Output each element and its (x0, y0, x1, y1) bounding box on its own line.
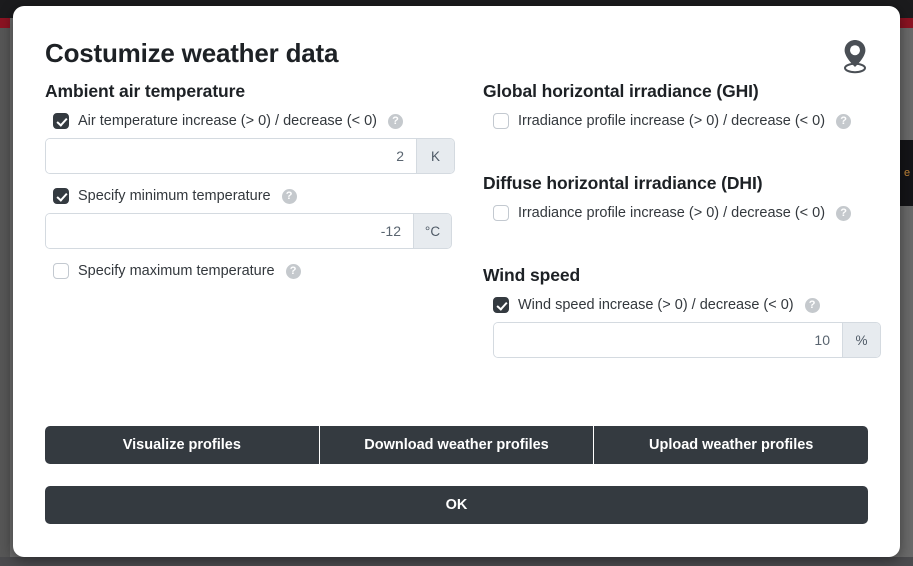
help-icon-min-temperature[interactable]: ? (281, 188, 297, 204)
checkbox-min-temperature[interactable] (53, 188, 69, 204)
checkbox-label-wind-increase: Wind speed increase (> 0) / decrease (< … (518, 297, 794, 313)
backdrop-left-rail (0, 28, 10, 566)
dialog-title: Costumize weather data (45, 38, 339, 68)
checkbox-max-temperature[interactable] (53, 263, 69, 279)
air-temp-delta-input[interactable] (46, 139, 416, 173)
section-title-ambient: Ambient air temperature (45, 81, 245, 101)
column-irradiance-and-wind: Global horizontal irradiance (GHI) Irrad… (467, 81, 881, 372)
checkbox-label-min-temperature: Specify minimum temperature (78, 188, 271, 204)
location-pin-icon[interactable] (838, 36, 872, 74)
wind-input-wrapper: % (493, 322, 881, 358)
column-ambient-temperature: Ambient air temperature Air temperature … (45, 81, 467, 372)
help-icon-air-temp-increase[interactable]: ? (388, 113, 403, 129)
input-group-wind-speed-delta[interactable]: % (493, 322, 881, 358)
checkbox-row-ghi-increase[interactable]: Irradiance profile increase (> 0) / decr… (493, 113, 881, 129)
checkbox-row-max-temperature[interactable]: Specify maximum temperature ? (53, 263, 455, 279)
backdrop-bottom-edge (0, 557, 913, 566)
backdrop-right-rail (899, 28, 913, 566)
ok-button[interactable]: OK (45, 486, 868, 524)
wind-speed-delta-input[interactable] (494, 323, 842, 357)
help-icon-max-temperature[interactable]: ? (285, 263, 301, 279)
checkbox-label-air-temp-increase: Air temperature increase (> 0) / decreas… (78, 113, 377, 129)
checkbox-ghi-increase[interactable] (493, 113, 509, 129)
input-group-air-temp-delta[interactable]: K (45, 138, 455, 174)
checkbox-row-air-temp-increase[interactable]: Air temperature increase (> 0) / decreas… (53, 113, 455, 129)
checkbox-label-dhi-increase: Irradiance profile increase (> 0) / decr… (518, 205, 826, 221)
section-title-ghi: Global horizontal irradiance (GHI) (483, 81, 759, 101)
checkbox-row-dhi-increase[interactable]: Irradiance profile increase (> 0) / decr… (493, 205, 881, 221)
checkbox-label-max-temperature: Specify maximum temperature (78, 263, 275, 279)
checkbox-wind-increase[interactable] (493, 297, 509, 313)
background-panel-edge: e (899, 140, 913, 206)
app-backdrop: e Costumize weather data Ambient air tem… (0, 0, 913, 566)
help-icon-wind-increase[interactable]: ? (804, 297, 820, 313)
upload-weather-profiles-button[interactable]: Upload weather profiles (593, 426, 868, 464)
checkbox-dhi-increase[interactable] (493, 205, 509, 221)
checkbox-label-ghi-increase: Irradiance profile increase (> 0) / decr… (518, 113, 826, 129)
unit-suffix-celsius: °C (413, 214, 451, 248)
unit-suffix-percent: % (842, 323, 880, 357)
help-icon-ghi-increase[interactable]: ? (836, 113, 852, 129)
checkbox-air-temp-increase[interactable] (53, 113, 69, 129)
checkbox-row-wind-increase[interactable]: Wind speed increase (> 0) / decrease (< … (493, 297, 881, 313)
dialog-body: Ambient air temperature Air temperature … (45, 81, 881, 372)
unit-suffix-kelvin: K (416, 139, 454, 173)
accent-strip-right (899, 18, 913, 28)
visualize-profiles-button[interactable]: Visualize profiles (45, 426, 319, 464)
costumize-weather-data-dialog: Costumize weather data Ambient air tempe… (13, 6, 900, 557)
section-title-dhi: Diffuse horizontal irradiance (DHI) (483, 173, 763, 193)
help-icon-dhi-increase[interactable]: ? (836, 205, 852, 221)
input-group-min-temperature[interactable]: °C (45, 213, 452, 249)
min-temperature-input[interactable] (46, 214, 413, 248)
checkbox-row-min-temperature[interactable]: Specify minimum temperature ? (53, 188, 455, 204)
profile-action-button-group: Visualize profiles Download weather prof… (45, 426, 868, 464)
download-weather-profiles-button[interactable]: Download weather profiles (318, 426, 594, 464)
section-title-wind: Wind speed (483, 265, 581, 285)
